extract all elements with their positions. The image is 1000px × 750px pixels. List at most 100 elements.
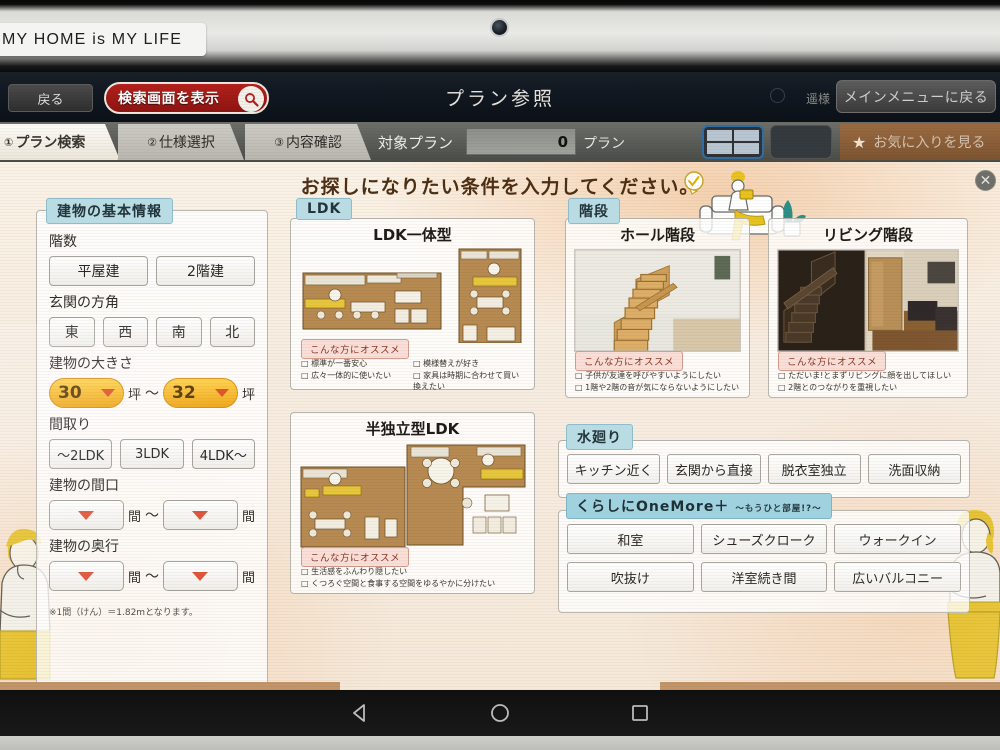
ldk-rec-tag-1: こんな方にオススメ (301, 547, 410, 567)
step-number-3: ③ (274, 135, 284, 149)
size-from-dropdown[interactable]: 30 (49, 378, 124, 408)
depth-label: 建物の奥行 (49, 539, 119, 555)
frontage-to-dropdown[interactable] (163, 500, 238, 530)
size-range-separator: ～ (145, 386, 159, 402)
stairs-rec-tag-1: こんな方にオススメ (778, 351, 887, 371)
onemore-option-1[interactable]: シューズクローク (700, 524, 828, 554)
onemore-option-5[interactable]: 広いバルコニー (834, 562, 962, 592)
close-icon[interactable]: ✕ (975, 170, 996, 191)
frontage-from-dropdown[interactable] (49, 500, 124, 530)
ldk-floorplan-images-0 (291, 247, 534, 344)
stairs-check-1-0[interactable]: □ ただいま!とまずリビングに顔を出してほしい (778, 370, 966, 382)
frontage-range-separator: ～ (145, 508, 159, 524)
entrance-option-0[interactable]: 東 (49, 317, 95, 347)
layout-option-2[interactable]: 4LDK～ (191, 439, 255, 469)
onemore-option-4[interactable]: 洋室続き間 (700, 562, 828, 592)
step-number-2: ② (147, 135, 157, 149)
frontage-range-row: 間 ～ 間 (49, 500, 255, 530)
water-option-0[interactable]: キッチン近く (567, 454, 661, 484)
entrance-option-3[interactable]: 北 (209, 317, 255, 347)
size-from-value: 30 (58, 383, 82, 403)
ldk-rec-tag-0: こんな方にオススメ (301, 339, 410, 359)
entrance-options: 東 西 南 北 (49, 317, 255, 347)
entrance-option-1[interactable]: 西 (102, 317, 148, 347)
entrance-option-2[interactable]: 南 (156, 317, 202, 347)
floors-option-0[interactable]: 平屋建 (49, 256, 148, 286)
ldk-check-0-0[interactable]: □ 標準が一番安心 (301, 358, 413, 370)
recents-square-icon[interactable] (629, 702, 651, 724)
step-tab-plan-search[interactable]: ① プラン検索 (0, 124, 120, 160)
ldk-card-title-0: LDK一体型 (373, 226, 452, 244)
device-bezel-bottom (0, 736, 1000, 750)
chevron-down-icon (78, 571, 95, 581)
view-toggle-grid-button[interactable] (702, 125, 764, 159)
onemore-option-2[interactable]: ウォークイン (834, 524, 962, 554)
customer-avatar-icon (770, 88, 785, 103)
floors-options: 平屋建 2階建 (49, 256, 255, 286)
ldk-check-0-1[interactable]: □ 模様替えが好き (413, 358, 527, 370)
device-sticker: MY HOME is MY LIFE (0, 23, 206, 56)
step-tab-confirm[interactable]: ③ 内容確認 (245, 124, 371, 160)
stairs-card-living[interactable]: リビング階段 こんな方にオススメ □ ただいま!とまずリビングに顔を出してほしい… (768, 218, 968, 398)
size-from-unit: 坪 (127, 387, 141, 403)
chevron-down-icon (214, 389, 229, 397)
target-plan-label: 対象プラン (378, 134, 454, 152)
view-toggle-single-button[interactable] (770, 125, 832, 159)
back-triangle-icon[interactable] (349, 702, 371, 724)
water-option-2[interactable]: 脱衣室独立 (767, 454, 861, 484)
onemore-option-0[interactable]: 和室 (567, 524, 694, 554)
depth-to-dropdown[interactable] (163, 561, 238, 591)
stairs-card-title-1: リビング階段 (822, 226, 913, 244)
water-option-3[interactable]: 洗面収納 (867, 454, 961, 484)
stairs-check-0-0[interactable]: □ 子供が友達を呼びやすいようにしたい (575, 370, 745, 382)
main-menu-button[interactable]: メインメニューに戻る (836, 80, 996, 113)
stairs-check-1-1[interactable]: □ 2階とのつながりを重視したい (778, 382, 966, 394)
stairs-photo-wrap-0 (566, 245, 749, 356)
main-content-area: お探しになりたい条件を入力してください。 ✕ 建物の基本情報 階数 平屋建 2階… (0, 162, 1000, 690)
hall-stairs-photo (574, 249, 741, 352)
ldk-card-integrated[interactable]: LDK一体型 こんな方にオススメ □ 標準が一番安心 □ 模様替えが好き □ 広… (290, 218, 535, 393)
depth-from-unit: 間 (127, 570, 141, 586)
stairs-card-title-0: ホール階段 (619, 226, 695, 244)
target-plan-count-field: 0 (466, 128, 576, 155)
section-tag-stairs: 階段 (568, 198, 620, 224)
depth-from-dropdown[interactable] (49, 561, 124, 591)
entrance-label: 玄関の方角 (49, 295, 119, 311)
water-option-1[interactable]: 玄関から直接 (667, 454, 761, 484)
onemore-options-panel: 和室 シューズクローク ウォークイン 吹抜け 洋室続き間 広いバルコニー (558, 510, 970, 613)
tablet-device: MY HOME is MY LIFE 戻る 検索画面を表示 プラン参照 遥様 メ… (0, 0, 1000, 750)
layout-label: 間取り (49, 417, 91, 433)
size-to-unit: 坪 (241, 387, 255, 403)
layout-option-0[interactable]: ～2LDK (49, 439, 113, 469)
onemore-tag-sub: ～もうひと部屋!?～ (735, 504, 822, 514)
ldk-check-0-3[interactable]: □ 家具は時期に合わせて買い換えたい (413, 370, 527, 393)
chevron-down-icon (192, 571, 209, 581)
ldk-check-1-1[interactable]: □ くつろぐ空間と食事する空間をゆるやかに分けたい (301, 578, 529, 590)
ldk-card-title-1: 半独立型LDK (365, 420, 460, 438)
stairs-card-hall[interactable]: ホール階段 こんな方にオススメ □ 子供が友達を呼びやすいようにしたい □ 1階… (565, 218, 750, 398)
ldk-check-0-2[interactable]: □ 広々一体的に使いたい (301, 370, 413, 393)
depth-range-row: 間 ～ 間 (49, 561, 255, 591)
ldk-check-1-0[interactable]: □ 生活感をふんわり隠したい (301, 566, 529, 578)
step-label-2: 仕様選択 (158, 135, 215, 151)
device-bezel-top: MY HOME is MY LIFE (0, 0, 1000, 72)
frontage-to-unit: 間 (241, 509, 255, 525)
chevron-down-icon (192, 510, 209, 520)
unit-note: ※1間（けん）＝1.82mとなります。 (49, 608, 198, 618)
stairs-check-0-1[interactable]: □ 1階や2階の音が気にならないようにしたい (575, 382, 745, 394)
android-navigation-bar (0, 690, 1000, 736)
view-favorites-button[interactable]: ★ お気に入りを見る (840, 124, 1000, 160)
ldk-card-semi-independent[interactable]: 半独立型LDK こんな方にオススメ □ 生活感をふんわり隠したい □ くつろぐ空… (290, 412, 535, 594)
star-icon: ★ (852, 132, 867, 152)
layout-option-1[interactable]: 3LDK (120, 439, 184, 469)
ldk-floorplan-images-1 (291, 441, 534, 551)
size-to-dropdown[interactable]: 32 (163, 378, 238, 408)
home-circle-icon[interactable] (489, 702, 511, 724)
floors-option-1[interactable]: 2階建 (156, 256, 255, 286)
floors-label: 階数 (49, 234, 77, 250)
step-label-1: プラン検索 (15, 135, 86, 151)
stairs-photo-wrap-1 (769, 245, 967, 356)
onemore-option-3[interactable]: 吹抜け (567, 562, 694, 592)
living-stairs-photo (777, 249, 959, 352)
step-tab-spec-select[interactable]: ② 仕様選択 (118, 124, 244, 160)
